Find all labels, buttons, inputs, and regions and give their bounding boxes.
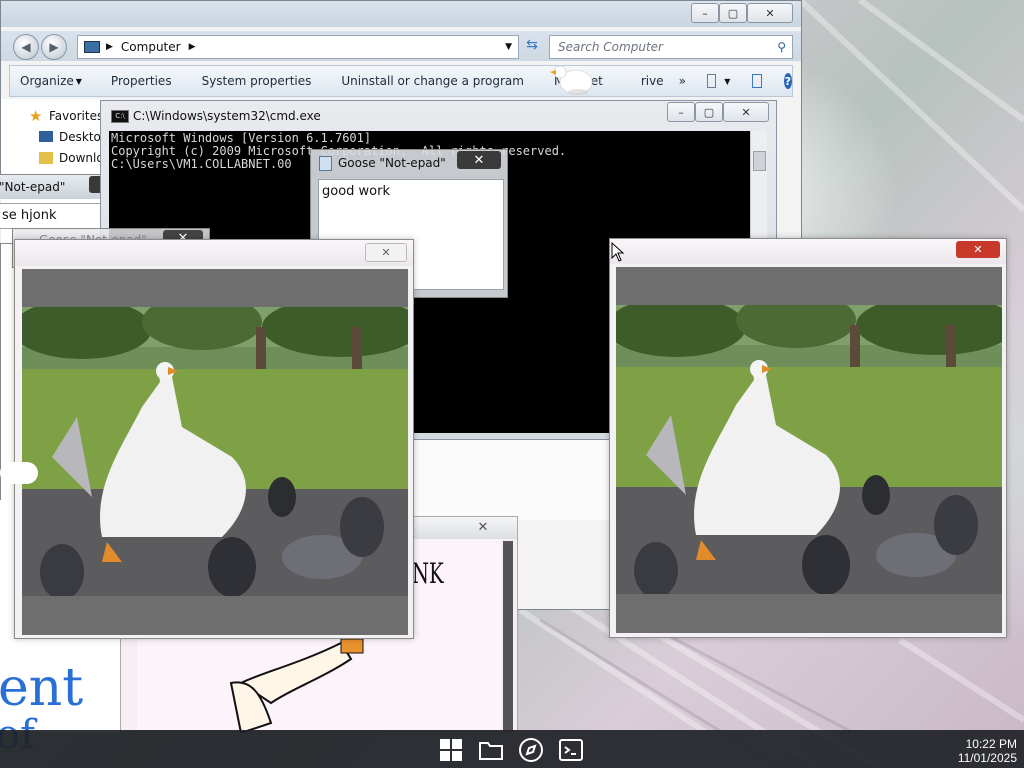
taskbar: 10:22 PM 11/01/2025 [0,730,1024,768]
minimize-button[interactable]: – [667,102,695,122]
address-row: ◀ ▶ ▶ Computer ▶ ▼ ⇆ Search Computer ⚲ [1,31,801,61]
goose-footprint-icon [0,462,38,484]
chevron-down-icon[interactable]: ▼ [724,77,730,86]
video-titlebar[interactable]: ✕ [15,240,413,266]
video-window-left: ✕ [14,239,414,639]
maximize-button[interactable]: ▢ [695,102,723,122]
command-bar: Organize ▼ Properties System properties … [9,65,793,97]
meme-titlebar[interactable]: ✕ [411,517,517,539]
notepad-title: "Not-epad" [0,180,66,194]
meme-text: NK [411,557,444,590]
refresh-button[interactable]: ⇆ [521,37,543,57]
organize-button[interactable]: Organize [10,74,76,88]
notepad-text: good work [322,184,391,199]
terminal-icon[interactable] [558,737,584,763]
help-icon[interactable]: ? [783,73,792,89]
back-button[interactable]: ◀ [13,34,39,60]
system-clock[interactable]: 10:22 PM 11/01/2025 [958,737,1017,765]
goose-sprite-icon [550,65,593,95]
desktop-icon [39,131,53,142]
uninstall-program-button[interactable]: Uninstall or change a program [326,74,539,88]
close-button[interactable]: ✕ [467,519,499,535]
maximize-button[interactable]: ▢ [719,3,747,23]
breadcrumb-arrow-icon: ▶ [188,42,196,52]
notepad-text: se hjonk [2,208,57,223]
minimize-button[interactable]: – [691,3,719,23]
close-button[interactable]: ✕ [723,102,769,122]
close-button[interactable]: ✕ [457,151,501,169]
video-window-right: ✕ [609,238,1007,638]
star-icon: ★ [29,107,43,125]
close-button[interactable]: ✕ [956,241,1000,258]
drive-label: rive [640,74,664,88]
address-bar[interactable]: ▶ Computer ▶ ▼ [77,35,519,59]
forward-button[interactable]: ▶ [41,34,67,60]
clock-date: 11/01/2025 [957,751,1017,765]
search-input[interactable]: Search Computer [558,40,663,54]
breadcrumb-arrow-icon: ▶ [106,42,113,52]
cmd-icon: C:\ [111,110,129,123]
nav-favorites[interactable]: Favorites [49,109,103,123]
more-commands-button[interactable]: » [664,74,701,88]
chevron-down-icon[interactable]: ▼ [76,77,82,86]
scrollbar[interactable] [503,541,513,731]
computer-icon [84,41,100,53]
compass-icon[interactable] [518,737,544,763]
close-button[interactable]: ✕ [365,243,407,262]
nav-downloads[interactable]: Downlo [59,151,104,165]
goose-video-frame[interactable] [616,305,1002,594]
video-titlebar[interactable]: ✕ [610,239,1006,264]
notepad-icon [319,156,332,171]
goose-video-image [22,307,408,596]
scroll-thumb[interactable] [753,151,766,171]
properties-button[interactable]: Properties [96,74,187,88]
cmd-titlebar[interactable]: C:\ C:\Windows\system32\cmd.exe – ▢ ✕ [101,101,776,129]
breadcrumb[interactable]: Computer [121,40,181,54]
search-icon[interactable]: ⚲ [777,40,786,54]
windows-start-icon[interactable] [438,737,464,763]
notepad-titlebar[interactable]: Goose "Not-epad" ✕ [311,150,507,174]
folder-icon[interactable] [478,737,504,763]
background-window-area [410,440,610,520]
mouse-cursor-icon [611,242,625,262]
goose-arm-drawing [229,638,364,733]
clock-time: 10:22 PM [965,737,1017,751]
downloads-icon [39,152,53,164]
close-button[interactable]: ✕ [747,3,793,23]
cmd-title: C:\Windows\system32\cmd.exe [133,109,321,123]
search-box[interactable]: Search Computer ⚲ [549,35,793,59]
handwriting-text: ent [0,658,84,718]
goose-video-image [616,305,1002,594]
explorer-titlebar[interactable]: – ▢ ✕ [1,1,801,27]
preview-pane-icon[interactable] [752,74,762,88]
notepad-title: Goose "Not-epad" [338,156,446,170]
goose-video-frame[interactable] [22,307,408,596]
system-properties-button[interactable]: System properties [187,74,327,88]
chevron-down-icon[interactable]: ▼ [505,42,512,52]
views-icon[interactable] [706,74,717,88]
